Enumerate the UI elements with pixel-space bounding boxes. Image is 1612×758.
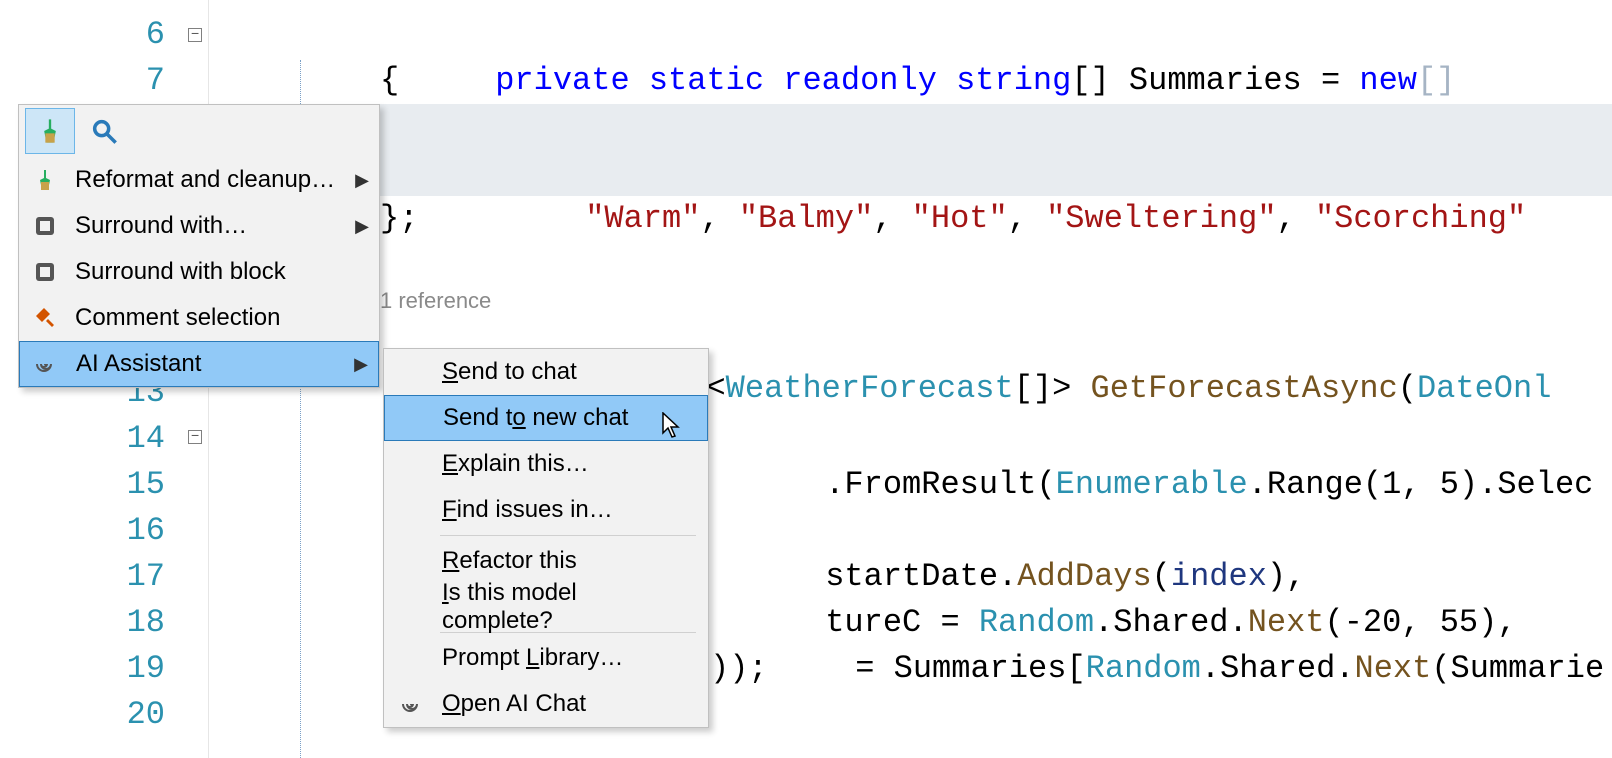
code-line-selected[interactable]: "Freezing", "Bracing", "Chilly", "Cool",… [210,104,1612,150]
submenu-item-label: Send to new chat [443,404,628,432]
submenu-item-label: Find issues in… [442,496,613,524]
code-line[interactable]: }; [210,196,1612,242]
line-number: 18 [65,600,185,646]
submenu-item-label: Open AI Chat [442,690,586,718]
menu-item-label: Comment selection [75,304,280,332]
text: { [380,62,399,99]
menu-toolbar [19,105,379,157]
text: }; [380,200,418,237]
hammer-icon [33,306,57,330]
submenu-item-refactor[interactable]: Refactor this [384,538,708,584]
text: < [706,370,725,407]
submenu-item-send-to-chat[interactable]: Send to chat [384,349,708,395]
submenu-item-model-complete[interactable]: Is this model complete? [384,584,708,630]
inspect-tool-button[interactable] [79,108,129,154]
surround-icon [33,214,57,238]
text: .FromResult( [825,466,1055,503]
line-number: 6 [65,12,185,58]
submenu-arrow-icon: ▶ [355,170,369,191]
text: .Range(1, 5).Selec [1248,466,1594,503]
submenu-item-open-ai-chat[interactable]: Open AI Chat [384,681,708,727]
line-number: 17 [65,554,185,600]
menu-item-reformat[interactable]: Reformat and cleanup… ▶ [19,157,379,203]
codelens-reference[interactable]: 1 reference [380,288,491,314]
broom-icon [33,168,57,192]
submenu-arrow-icon: ▶ [355,216,369,237]
text: ( [1398,370,1417,407]
submenu-item-send-to-new-chat[interactable]: Send to new chat [384,395,708,441]
submenu-item-prompt-library[interactable]: Prompt Library… [384,635,708,681]
context-menu[interactable]: Reformat and cleanup… ▶ Surround with… ▶… [18,104,380,388]
text: []> [1014,370,1072,407]
menu-item-comment[interactable]: Comment selection [19,295,379,341]
menu-item-label: Surround with block [75,258,286,286]
menu-item-ai-assistant[interactable]: AI Assistant ▶ [19,341,379,387]
line-number: 14 [65,416,185,462]
submenu-item-label: Send to chat [442,358,577,386]
menu-item-surround-with[interactable]: Surround with… ▶ [19,203,379,249]
line-number: 15 [65,462,185,508]
submenu-arrow-icon: ▶ [354,354,368,375]
code-line[interactable]: { [210,58,1612,104]
spiral-icon [34,352,58,376]
code-line-selected[interactable]: "Warm", "Balmy", "Hot", "Sweltering", "S… [210,150,1612,196]
submenu-item-label: Refactor this [442,547,577,575]
submenu-item-label: Is this model complete? [442,579,690,635]
broom-icon [36,117,64,145]
block-icon [33,260,57,284]
spiral-icon [400,692,424,716]
type: WeatherForecast [726,370,1014,407]
method: GetForecastAsync [1091,370,1398,407]
magnifier-icon [90,117,118,145]
menu-item-label: AI Assistant [76,350,201,378]
menu-separator [440,535,696,536]
type: Enumerable [1056,466,1248,503]
fold-toggle[interactable] [188,430,202,444]
text: )); [710,650,768,687]
menu-item-label: Reformat and cleanup… [75,166,335,194]
ai-assistant-submenu[interactable]: Send to chat Send to new chat Explain th… [383,348,709,728]
fold-toggle[interactable] [188,28,202,42]
submenu-item-label: Explain this… [442,450,589,478]
type: DateOnl [1417,370,1551,407]
cleanup-tool-button[interactable] [25,108,75,154]
code-line[interactable]: private static readonly string[] Summari… [210,12,1612,58]
submenu-item-find-issues[interactable]: Find issues in… [384,487,708,533]
line-number: 16 [65,508,185,554]
menu-item-label: Surround with… [75,212,247,240]
line-number: 7 [65,58,185,104]
line-number: 19 [65,646,185,692]
line-number: 20 [65,692,185,738]
menu-item-surround-block[interactable]: Surround with block [19,249,379,295]
submenu-item-label: Prompt Library… [442,644,623,672]
submenu-item-explain[interactable]: Explain this… [384,441,708,487]
